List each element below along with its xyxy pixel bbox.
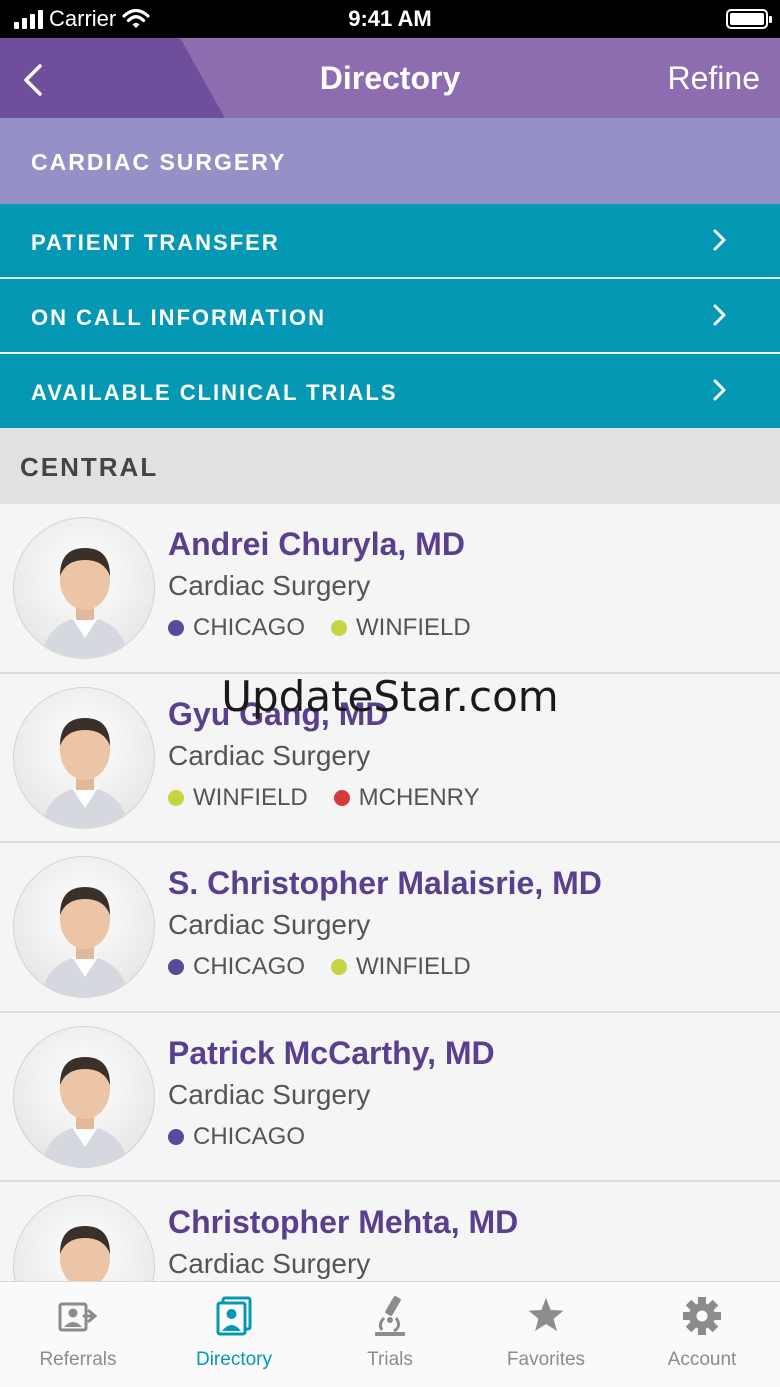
status-bar: Carrier 9:41 AM [0,0,780,38]
refine-button[interactable]: Refine [668,60,761,97]
quick-links: PATIENT TRANSFER ON CALL INFORMATION AVA… [0,204,780,428]
microscope-icon [375,1296,405,1336]
doctor-card[interactable]: Patrick McCarthy, MD Cardiac Surgery CHI… [0,1012,780,1182]
doctor-specialty: Cardiac Surgery [168,909,371,940]
location-tag: WINFIELD [331,953,471,981]
location-list: CHICAGO [168,1123,305,1151]
doctor-name: S. Christopher Malaisrie, MD [168,865,602,901]
location-dot-icon [333,789,350,806]
doctor-name: Andrei Churyla, MD [168,526,465,562]
doctor-card[interactable]: Andrei Churyla, MD Cardiac Surgery CHICA… [0,504,780,674]
location-dot-icon [168,620,184,636]
location-label: MCHENRY [358,783,480,811]
chevron-right-icon [713,304,726,326]
person-photo-icon [42,717,128,828]
doctor-card[interactable]: Christopher Mehta, MD Cardiac Surgery [0,1182,780,1281]
on-call-information-link[interactable]: ON CALL INFORMATION [0,279,780,354]
person-photo-icon [60,1226,110,1281]
tab-label: Referrals [39,1349,117,1370]
star-icon [528,1298,564,1331]
location-list: CHICAGO WINFIELD [168,614,471,642]
patient-transfer-link[interactable]: PATIENT TRANSFER [0,204,780,279]
section-header: CENTRAL [0,428,780,504]
page-title: Directory [319,60,461,96]
location-tag: CHICAGO [168,614,305,642]
location-tag: MCHENRY [333,783,480,812]
doctor-name: Christopher Mehta, MD [168,1204,519,1240]
location-dot-icon [331,620,348,636]
person-photo-icon [42,1056,128,1167]
specialty-header: CARDIAC SURGERY [0,118,780,204]
link-label: PATIENT TRANSFER [31,230,280,255]
doctor-specialty: Cardiac Surgery [168,739,371,771]
avatar [13,856,155,998]
location-tag: WINFIELD [331,614,471,642]
person-photo-icon [42,548,128,658]
doctor-name: Gyu Gang, MD [168,695,389,732]
chevron-right-icon [713,379,726,401]
location-dot-icon [168,1128,184,1145]
link-label: ON CALL INFORMATION [31,305,327,330]
location-label: WINFIELD [193,783,308,811]
location-label: CHICAGO [193,1122,306,1150]
location-label: WINFIELD [356,614,471,641]
tab-account[interactable]: Account [624,1282,780,1387]
doctor-specialty: Cardiac Surgery [168,570,371,601]
clinical-trials-link[interactable]: AVAILABLE CLINICAL TRIALS [0,354,780,428]
gear-icon [683,1297,721,1335]
tab-label: Favorites [506,1349,586,1370]
location-dot-icon [168,959,184,975]
tab-referrals[interactable]: Referrals [0,1282,156,1387]
status-time: 9:41 AM [348,6,432,31]
location-label: CHICAGO [193,614,306,641]
tab-label: Account [667,1349,737,1370]
location-label: CHICAGO [193,953,306,980]
chevron-right-icon [713,229,726,251]
nav-bar: Directory Refine [0,38,780,118]
doctor-card[interactable]: S. Christopher Malaisrie, MD Cardiac Sur… [0,843,780,1013]
location-tag: CHICAGO [168,953,305,981]
tab-bar: Referrals Directory Trials Favorites Acc… [0,1281,780,1387]
directory-icon [216,1296,252,1336]
person-photo-icon [42,887,128,997]
location-dot-icon [168,789,184,806]
link-label: AVAILABLE CLINICAL TRIALS [31,380,398,405]
doctor-card[interactable]: Gyu Gang, MD Cardiac Surgery WINFIELD MCH… [0,673,780,843]
location-list: WINFIELD MCHENRY [168,784,480,812]
location-tag: CHICAGO [168,1123,305,1151]
location-label: WINFIELD [356,953,471,980]
avatar [13,1195,155,1281]
doctor-name: Patrick McCarthy, MD [168,1034,495,1071]
avatar [13,686,155,829]
tab-favorites[interactable]: Favorites [468,1282,624,1387]
referrals-icon [58,1302,98,1332]
doctor-specialty: Cardiac Surgery [168,1078,371,1110]
tab-trials[interactable]: Trials [312,1282,468,1387]
tab-label: Trials [367,1349,413,1370]
doctor-specialty: Cardiac Surgery [168,1248,371,1279]
location-dot-icon [331,959,348,975]
avatar [13,1025,155,1168]
doctor-list[interactable]: Andrei Churyla, MD Cardiac Surgery CHICA… [0,504,780,1281]
tab-directory[interactable]: Directory [156,1282,312,1387]
avatar [13,517,155,659]
tab-label: Directory [195,1349,272,1370]
battery-icon [726,9,772,29]
location-tag: WINFIELD [168,784,308,812]
location-list: CHICAGO WINFIELD [168,953,471,981]
